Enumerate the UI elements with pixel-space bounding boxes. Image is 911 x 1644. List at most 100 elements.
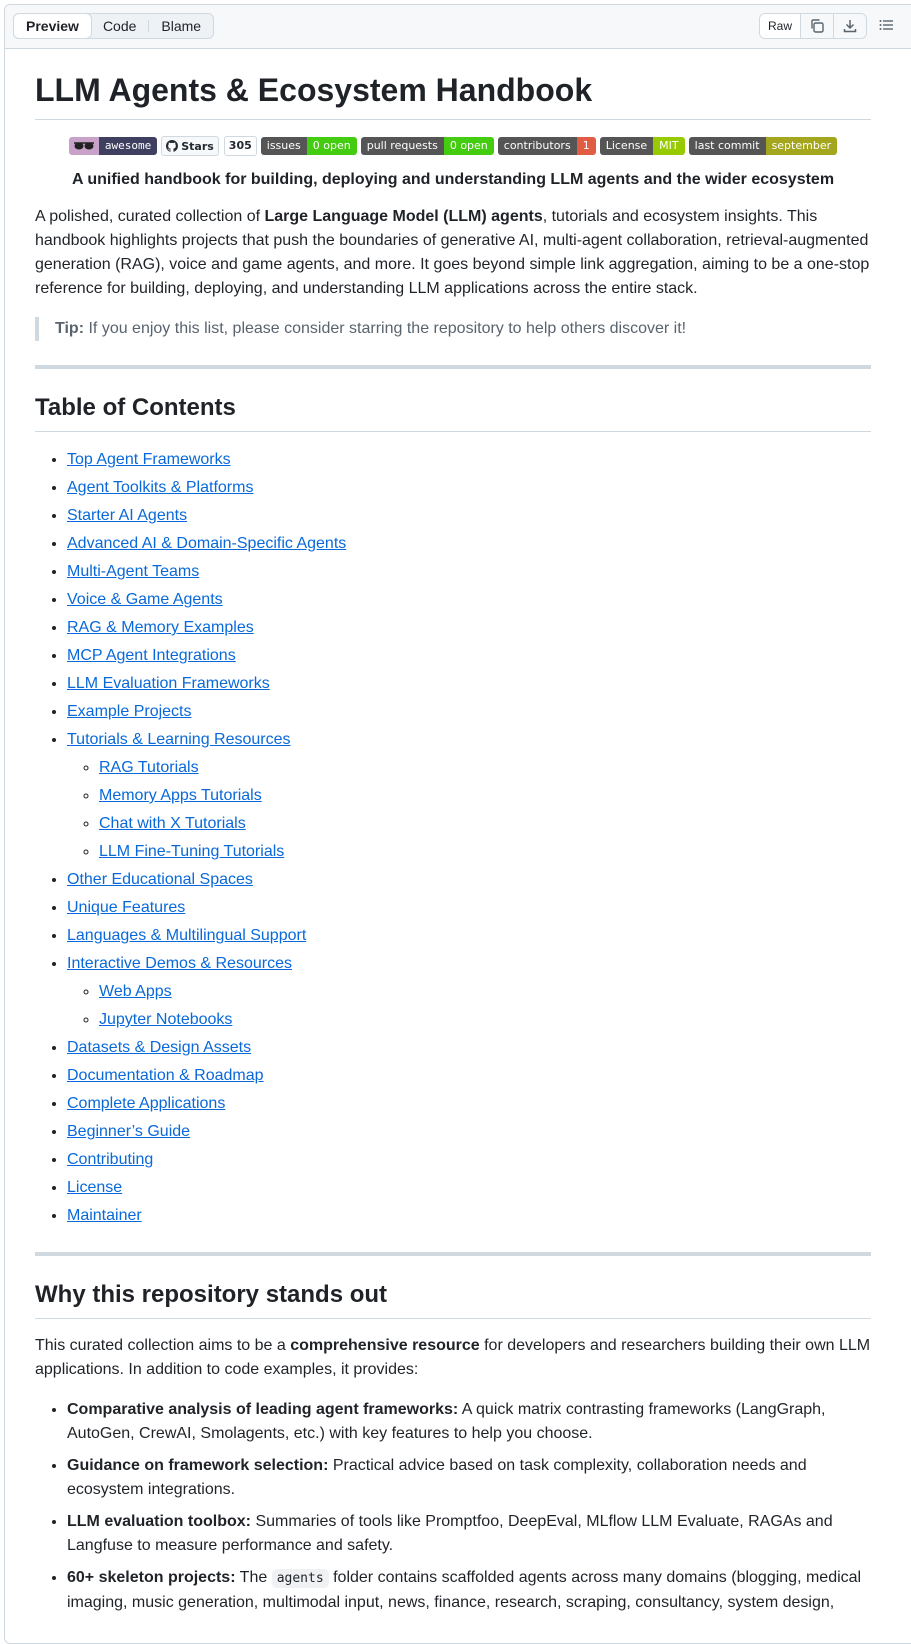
- toc-item: Interactive Demos & Resources Web Apps Jup…: [67, 952, 871, 1032]
- github-stars-badge[interactable]: Stars 305: [161, 136, 257, 156]
- toc-link[interactable]: Voice & Game Agents: [67, 591, 223, 608]
- tip-blockquote: Tip: If you enjoy this list, please cons…: [35, 317, 871, 341]
- feature-title: Comparative analysis of leading agent fr…: [67, 1401, 459, 1418]
- toc-item: LLM Evaluation Frameworks: [67, 672, 871, 696]
- toc-item: Contributing: [67, 1148, 871, 1172]
- badge-label: issues: [260, 137, 307, 155]
- toc-item: Complete Applications: [67, 1092, 871, 1116]
- toc-sublink[interactable]: Memory Apps Tutorials: [99, 787, 262, 804]
- inline-code: agents: [271, 1569, 329, 1588]
- why-heading: Why this repository stands out: [35, 1280, 871, 1319]
- list-item: Guidance on framework selection: Practic…: [67, 1454, 871, 1502]
- outline-icon: [879, 20, 894, 30]
- toc-sublink[interactable]: LLM Fine-Tuning Tutorials: [99, 843, 284, 860]
- feature-title: Guidance on framework selection:: [67, 1457, 329, 1474]
- readme-article: LLM Agents & Ecosystem Handbook awesome …: [35, 70, 871, 1615]
- toc-item: Example Projects: [67, 700, 871, 724]
- toc-sublist: Web Apps Jupyter Notebooks: [67, 980, 871, 1032]
- toc-item: MCP Agent Integrations: [67, 644, 871, 668]
- toc-item: Languages & Multilingual Support: [67, 924, 871, 948]
- awesome-badge-label: awesome: [98, 137, 158, 155]
- github-stars-label: Stars: [161, 136, 219, 156]
- toc-item: Starter AI Agents: [67, 504, 871, 528]
- toc-link[interactable]: Starter AI Agents: [67, 507, 187, 524]
- toc-link[interactable]: Example Projects: [67, 703, 192, 720]
- toc-item: Unique Features: [67, 896, 871, 920]
- divider: [35, 1252, 871, 1256]
- toc-link[interactable]: Contributing: [67, 1151, 153, 1168]
- toc-item: Advanced AI & Domain-Specific Agents: [67, 532, 871, 556]
- tip-text: If you enjoy this list, please consider …: [84, 320, 687, 337]
- stars-text: Stars: [181, 139, 214, 153]
- toc-link[interactable]: MCP Agent Integrations: [67, 647, 236, 664]
- tab-preview[interactable]: Preview: [13, 13, 92, 39]
- divider: [35, 365, 871, 369]
- license-badge[interactable]: License MIT: [599, 137, 685, 155]
- toc-subitem: LLM Fine-Tuning Tutorials: [99, 840, 871, 864]
- feature-text: The: [235, 1569, 272, 1586]
- last-commit-badge[interactable]: last commit september: [688, 137, 838, 155]
- feature-title: 60+ skeleton projects:: [67, 1569, 236, 1586]
- tip-label: Tip:: [55, 320, 85, 337]
- raw-button[interactable]: Raw: [760, 14, 801, 38]
- toc-link[interactable]: Languages & Multilingual Support: [67, 927, 306, 944]
- badge-row: awesome Stars 305 issues 0 open pull req…: [35, 136, 871, 156]
- outline-button[interactable]: [873, 13, 899, 37]
- toc-sublink[interactable]: Web Apps: [99, 983, 172, 1000]
- toc-link[interactable]: Other Educational Spaces: [67, 871, 253, 888]
- intro-text: A polished, curated collection of: [35, 208, 265, 225]
- toc-link[interactable]: Interactive Demos & Resources: [67, 955, 292, 972]
- badge-label: pull requests: [360, 137, 444, 155]
- tagline: A unified handbook for building, deployi…: [71, 171, 835, 188]
- toc-link[interactable]: Beginner’s Guide: [67, 1123, 190, 1140]
- toc-link[interactable]: Complete Applications: [67, 1095, 225, 1112]
- toc-item: Tutorials & Learning Resources RAG Tutori…: [67, 728, 871, 864]
- toc-item: Documentation & Roadmap: [67, 1064, 871, 1088]
- toc-link[interactable]: Maintainer: [67, 1207, 142, 1224]
- stars-count: 305: [223, 136, 257, 156]
- page-title: LLM Agents & Ecosystem Handbook: [35, 70, 871, 120]
- toc-item: Multi-Agent Teams: [67, 560, 871, 584]
- view-mode-tabs: Preview Code Blame: [13, 13, 215, 39]
- intro-paragraph: A polished, curated collection of Large …: [35, 205, 871, 301]
- badge-value: 0 open: [306, 137, 357, 155]
- toc-link[interactable]: Documentation & Roadmap: [67, 1067, 264, 1084]
- toc-link[interactable]: Advanced AI & Domain-Specific Agents: [67, 535, 346, 552]
- toc-link[interactable]: Top Agent Frameworks: [67, 451, 231, 468]
- toc-link[interactable]: Datasets & Design Assets: [67, 1039, 251, 1056]
- awesome-badge[interactable]: awesome: [68, 137, 158, 155]
- toc-item: Agent Toolkits & Platforms: [67, 476, 871, 500]
- toc-item: License: [67, 1176, 871, 1200]
- toc-item: Voice & Game Agents: [67, 588, 871, 612]
- toc-link[interactable]: Unique Features: [67, 899, 185, 916]
- toc-sublist: RAG Tutorials Memory Apps Tutorials Chat w…: [67, 756, 871, 864]
- toc-link[interactable]: Tutorials & Learning Resources: [67, 731, 291, 748]
- list-item: LLM evaluation toolbox: Summaries of too…: [67, 1510, 871, 1558]
- badge-value: 1: [576, 137, 596, 155]
- copy-raw-button[interactable]: [800, 14, 834, 38]
- toc-sublink[interactable]: Chat with X Tutorials: [99, 815, 246, 832]
- toc-item: Maintainer: [67, 1204, 871, 1228]
- pull-requests-badge[interactable]: pull requests 0 open: [360, 137, 494, 155]
- toc-sublink[interactable]: RAG Tutorials: [99, 759, 199, 776]
- issues-badge[interactable]: issues 0 open: [260, 137, 357, 155]
- badge-label: contributors: [497, 137, 577, 155]
- toc-subitem: Jupyter Notebooks: [99, 1008, 871, 1032]
- toc-subitem: RAG Tutorials: [99, 756, 871, 780]
- why-intro: This curated collection aims to be a com…: [35, 1334, 871, 1382]
- toc-link[interactable]: RAG & Memory Examples: [67, 619, 254, 636]
- toc-link[interactable]: License: [67, 1179, 122, 1196]
- contributors-badge[interactable]: contributors 1: [497, 137, 596, 155]
- tab-code[interactable]: Code: [91, 14, 148, 38]
- toc-item: Top Agent Frameworks: [67, 448, 871, 472]
- list-item: 60+ skeleton projects: The agents folder…: [67, 1566, 871, 1615]
- tab-blame[interactable]: Blame: [149, 14, 213, 38]
- toc-sublink[interactable]: Jupyter Notebooks: [99, 1011, 232, 1028]
- feature-title: LLM evaluation toolbox:: [67, 1513, 251, 1530]
- toc-subitem: Chat with X Tutorials: [99, 812, 871, 836]
- download-raw-button[interactable]: [833, 14, 867, 38]
- toc-link[interactable]: LLM Evaluation Frameworks: [67, 675, 270, 692]
- toc-link[interactable]: Multi-Agent Teams: [67, 563, 199, 580]
- toc-link[interactable]: Agent Toolkits & Platforms: [67, 479, 253, 496]
- toc-item: Other Educational Spaces: [67, 868, 871, 892]
